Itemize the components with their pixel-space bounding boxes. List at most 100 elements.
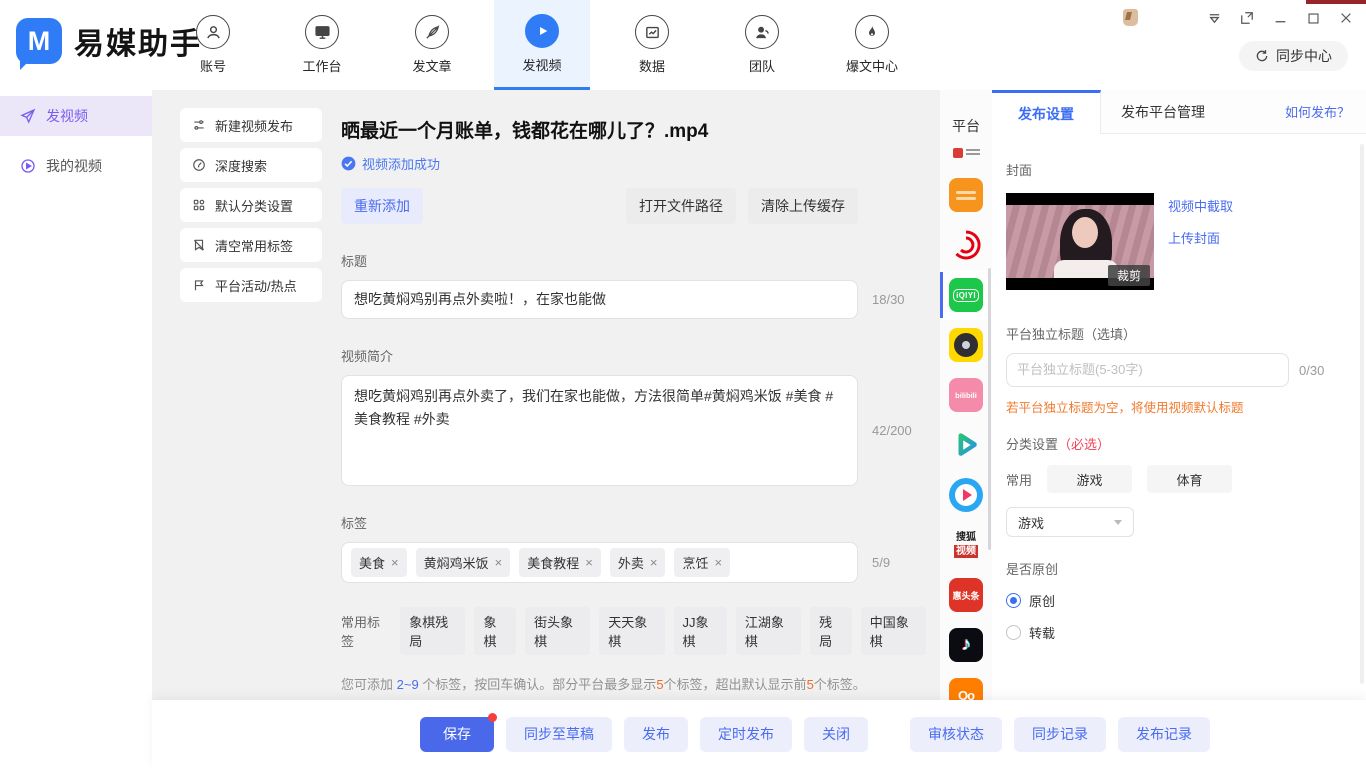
common-tag[interactable]: 江湖象棋 <box>736 607 801 655</box>
nav-item-publish-article[interactable]: 发文章 <box>384 0 480 90</box>
rail-scrollbar[interactable] <box>988 268 991 550</box>
popout-icon[interactable] <box>1237 8 1257 28</box>
top-bar: M 易媒助手 账号 工作台 发文章 发视频 数据 团队 <box>0 0 1366 90</box>
platform-ifeng[interactable] <box>940 220 992 270</box>
save-button[interactable]: 保存 <box>420 717 494 752</box>
deep-search-button[interactable]: 深度搜索 <box>180 148 322 182</box>
clear-upload-cache-button[interactable]: 清除上传缓存 <box>748 188 858 224</box>
tag-chip: 美食× <box>351 548 407 577</box>
tab-publish-settings[interactable]: 发布设置 <box>992 90 1101 134</box>
radio-selected-icon <box>1006 593 1021 608</box>
category-dropdown[interactable]: 游戏 <box>1006 507 1134 537</box>
sync-center-button[interactable]: 同步中心 <box>1239 41 1348 71</box>
platform-douyin[interactable]: ♪ <box>940 620 992 670</box>
tags-label: 标签 <box>341 513 926 532</box>
platform-kuaishou[interactable]: Oo <box>940 670 992 700</box>
platform-tencent-video[interactable] <box>940 420 992 470</box>
common-tag[interactable]: 象棋残局 <box>400 607 465 655</box>
close-icon[interactable] <box>1336 8 1356 28</box>
upload-cover-link[interactable]: 上传封面 <box>1168 228 1233 247</box>
category-sports-button[interactable]: 体育 <box>1147 465 1232 493</box>
common-tag[interactable]: 街头象棋 <box>525 607 590 655</box>
tags-input[interactable]: 美食× 黄焖鸡米饭× 美食教程× 外卖× 烹饪× <box>341 542 858 583</box>
common-tag[interactable]: 残局 <box>810 607 852 655</box>
sync-to-draft-button[interactable]: 同步至草稿 <box>506 717 612 752</box>
main-content: 新建视频发布 深度搜索 默认分类设置 清空常用标签 平台活动/热点 晒最近一个月… <box>152 90 940 700</box>
cover-thumbnail[interactable]: 裁剪 <box>1006 193 1154 290</box>
common-tag[interactable]: 象棋 <box>474 607 516 655</box>
nav-item-publish-video[interactable]: 发视频 <box>494 0 590 90</box>
remove-tag-icon[interactable]: × <box>585 555 593 570</box>
sohu-video-icon: 搜狐 视频 <box>949 528 983 562</box>
qutoutiao-icon <box>949 178 983 212</box>
publish-panel: 发布设置 发布平台管理 如何发布？ 封面 裁剪 视频中截取 上传封面 平台独立标… <box>992 90 1366 700</box>
collapse-icon[interactable] <box>1204 8 1224 28</box>
platform-record-app[interactable] <box>940 320 992 370</box>
monitor-icon <box>305 15 339 49</box>
radio-repost[interactable]: 转载 <box>1006 623 1352 642</box>
platform-iqiyi[interactable]: iQIYI <box>940 270 992 320</box>
title-input[interactable]: 想吃黄焖鸡别再点外卖啦！，在家也能做 <box>341 280 858 319</box>
readd-video-button[interactable]: 重新添加 <box>341 188 423 224</box>
how-to-publish-link[interactable]: 如何发布？ <box>1285 102 1366 121</box>
mini-logo-text <box>966 149 980 157</box>
user-icon <box>196 15 230 49</box>
sync-log-button[interactable]: 同步记录 <box>1014 717 1106 752</box>
tray-plugin-icon[interactable] <box>1123 9 1138 26</box>
sidebar-item-my-videos[interactable]: 我的视频 <box>0 146 152 186</box>
platform-mini-logo[interactable] <box>940 136 992 170</box>
publish-button[interactable]: 发布 <box>624 717 688 752</box>
nav-item-data[interactable]: 数据 <box>604 0 700 90</box>
publish-panel-scrollbar[interactable] <box>1360 144 1364 684</box>
crop-badge[interactable]: 裁剪 <box>1108 265 1150 286</box>
schedule-publish-button[interactable]: 定时发布 <box>700 717 792 752</box>
capture-from-video-link[interactable]: 视频中截取 <box>1168 196 1233 215</box>
audit-status-button[interactable]: 审核状态 <box>910 717 1002 752</box>
maximize-icon[interactable] <box>1303 8 1323 28</box>
new-video-publish-button[interactable]: 新建视频发布 <box>180 108 322 142</box>
category-label: 分类设置（必选） <box>1006 434 1352 453</box>
platform-huitoutiao[interactable]: 惠头条 <box>940 570 992 620</box>
nav-item-account[interactable]: 账号 <box>165 0 261 90</box>
common-tags-row: 常用标签 象棋残局 象棋 街头象棋 天天象棋 JJ象棋 江湖象棋 残局 中国象棋 <box>341 607 926 655</box>
clear-common-tags-button[interactable]: 清空常用标签 <box>180 228 322 262</box>
upload-status: 视频添加成功 <box>341 154 926 173</box>
video-filename: 晒最近一个月账单，钱都花在哪儿了？.mp4 <box>341 116 926 143</box>
close-button[interactable]: 关闭 <box>804 717 868 752</box>
category-game-button[interactable]: 游戏 <box>1047 465 1132 493</box>
nav-item-hot-center[interactable]: 爆文中心 <box>824 0 920 90</box>
remove-tag-icon[interactable]: × <box>714 555 722 570</box>
platform-qutoutiao[interactable] <box>940 170 992 220</box>
sidebar-item-publish-video[interactable]: 发视频 <box>0 96 152 136</box>
independent-title-input[interactable]: 平台独立标题(5-30字) <box>1006 353 1289 387</box>
platform-bilibili[interactable]: bilibili <box>940 370 992 420</box>
play-circle-icon <box>20 158 36 174</box>
common-tag[interactable]: 天天象棋 <box>599 607 664 655</box>
open-file-path-button[interactable]: 打开文件路径 <box>626 188 736 224</box>
remove-tag-icon[interactable]: × <box>391 555 399 570</box>
minimize-icon[interactable] <box>1270 8 1290 28</box>
platform-sohu-video[interactable]: 搜狐 视频 <box>940 520 992 570</box>
remove-tag-icon[interactable]: × <box>650 555 658 570</box>
title-label: 标题 <box>341 251 926 270</box>
bottom-action-bar: 保存 同步至草稿 发布 定时发布 关闭 审核状态 同步记录 发布记录 <box>152 700 1366 768</box>
common-tag[interactable]: 中国象棋 <box>861 607 926 655</box>
remove-tag-icon[interactable]: × <box>495 555 503 570</box>
bilibili-icon: bilibili <box>949 378 983 412</box>
common-tag[interactable]: JJ象棋 <box>674 607 727 655</box>
app-logo-icon: M <box>16 18 62 64</box>
default-category-settings-button[interactable]: 默认分类设置 <box>180 188 322 222</box>
publish-log-button[interactable]: 发布记录 <box>1118 717 1210 752</box>
tab-platform-management[interactable]: 发布平台管理 <box>1101 90 1225 133</box>
platform-activity-button[interactable]: 平台活动/热点 <box>180 268 322 302</box>
nav-item-workbench[interactable]: 工作台 <box>274 0 370 90</box>
description-textarea[interactable]: 想吃黄焖鸡别再点外卖了，我们在家也能做，方法很简单#黄焖鸡米饭 #美食 #美食教… <box>341 375 858 486</box>
window-controls <box>1204 8 1356 28</box>
nav-item-team[interactable]: 团队 <box>714 0 810 90</box>
flame-icon <box>855 15 889 49</box>
unsaved-badge <box>488 713 497 722</box>
background-window-strip <box>1306 0 1366 4</box>
radio-original[interactable]: 原创 <box>1006 591 1352 610</box>
platform-haokan-video[interactable] <box>940 470 992 520</box>
description-label: 视频简介 <box>341 346 926 365</box>
